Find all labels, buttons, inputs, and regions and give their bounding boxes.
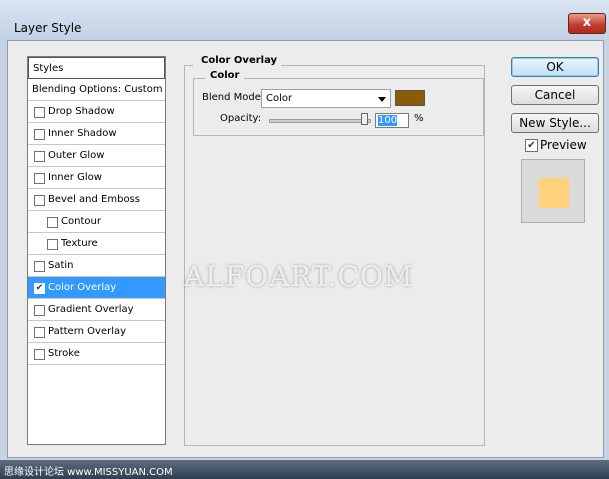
- window-title: Layer Style: [14, 21, 82, 35]
- checkbox[interactable]: [34, 327, 45, 338]
- opacity-slider-thumb[interactable]: [361, 113, 368, 125]
- style-item-label: Gradient Overlay: [48, 304, 134, 315]
- opacity-label: Opacity:: [220, 113, 262, 124]
- style-item-label: Contour: [61, 216, 101, 227]
- dialog-body: Styles Blending Options: Custom Drop Sha…: [7, 40, 604, 458]
- watermark: ALFOART.COM: [184, 260, 414, 293]
- opacity-slider-track[interactable]: [269, 119, 371, 123]
- footer-bar: 思缘设计论坛 www.MISSYUAN.COM: [0, 460, 609, 479]
- color-overlay-title: Color Overlay: [193, 55, 282, 66]
- style-item-inner-glow[interactable]: Inner Glow: [28, 167, 165, 189]
- opacity-value: 100: [378, 115, 398, 126]
- preview-label[interactable]: Preview: [540, 138, 587, 152]
- style-item-drop-shadow[interactable]: Drop Shadow: [28, 101, 165, 123]
- chevron-down-icon: [378, 97, 386, 102]
- style-item-label: Inner Glow: [48, 172, 102, 183]
- new-style-button[interactable]: New Style...: [511, 113, 599, 133]
- close-button[interactable]: x: [568, 13, 606, 34]
- style-item-label: Drop Shadow: [48, 106, 115, 117]
- style-item-contour[interactable]: Contour: [28, 211, 165, 233]
- style-item-outer-glow[interactable]: Outer Glow: [28, 145, 165, 167]
- checkbox[interactable]: [34, 173, 45, 184]
- checkbox[interactable]: [47, 239, 58, 250]
- style-item-label: Pattern Overlay: [48, 326, 127, 337]
- preview-swatch: [539, 178, 569, 208]
- preview-checkbox[interactable]: ✔: [525, 139, 538, 152]
- layer-style-dialog: Layer Style x Styles Blending Options: C…: [0, 0, 609, 479]
- preview-box: [521, 159, 585, 223]
- blend-mode-label: Blend Mode:: [202, 92, 265, 103]
- style-item-stroke[interactable]: Stroke: [28, 343, 165, 365]
- style-item-label: Inner Shadow: [48, 128, 117, 139]
- checkbox[interactable]: [34, 129, 45, 140]
- style-item-inner-shadow[interactable]: Inner Shadow: [28, 123, 165, 145]
- ok-button[interactable]: OK: [511, 57, 599, 77]
- style-item-label: Texture: [61, 238, 98, 249]
- styles-list: Styles Blending Options: Custom Drop Sha…: [27, 56, 166, 445]
- blending-options-item[interactable]: Blending Options: Custom: [28, 79, 165, 101]
- opacity-unit: %: [414, 113, 424, 124]
- checkbox[interactable]: [34, 349, 45, 360]
- style-item-bevel-and-emboss[interactable]: Bevel and Emboss: [28, 189, 165, 211]
- color-subgroup-title: Color: [205, 70, 245, 81]
- checkbox[interactable]: [34, 261, 45, 272]
- checkbox[interactable]: ✔: [34, 283, 45, 294]
- overlay-color-swatch[interactable]: [395, 90, 425, 106]
- style-item-label: Outer Glow: [48, 150, 105, 161]
- title-bar[interactable]: Layer Style x: [0, 0, 609, 40]
- checkbox[interactable]: [34, 151, 45, 162]
- style-item-label: Color Overlay: [48, 282, 117, 293]
- style-item-satin[interactable]: Satin: [28, 255, 165, 277]
- style-item-pattern-overlay[interactable]: Pattern Overlay: [28, 321, 165, 343]
- blend-mode-value: Color: [266, 93, 293, 104]
- checkbox[interactable]: [34, 305, 45, 316]
- styles-list-empty-area: [28, 387, 165, 444]
- styles-header[interactable]: Styles: [28, 57, 165, 79]
- checkbox[interactable]: [47, 217, 58, 228]
- style-item-label: Satin: [48, 260, 74, 271]
- checkbox[interactable]: [34, 195, 45, 206]
- blend-mode-select[interactable]: Color: [261, 89, 391, 108]
- style-item-color-overlay[interactable]: ✔ Color Overlay: [28, 277, 165, 299]
- cancel-button[interactable]: Cancel: [511, 85, 599, 105]
- opacity-input[interactable]: 100: [375, 113, 409, 128]
- footer-text: 思缘设计论坛 www.MISSYUAN.COM: [4, 467, 173, 478]
- style-item-label: Bevel and Emboss: [48, 194, 140, 205]
- style-item-texture[interactable]: Texture: [28, 233, 165, 255]
- checkbox[interactable]: [34, 107, 45, 118]
- style-item-gradient-overlay[interactable]: Gradient Overlay: [28, 299, 165, 321]
- style-item-label: Stroke: [48, 348, 80, 359]
